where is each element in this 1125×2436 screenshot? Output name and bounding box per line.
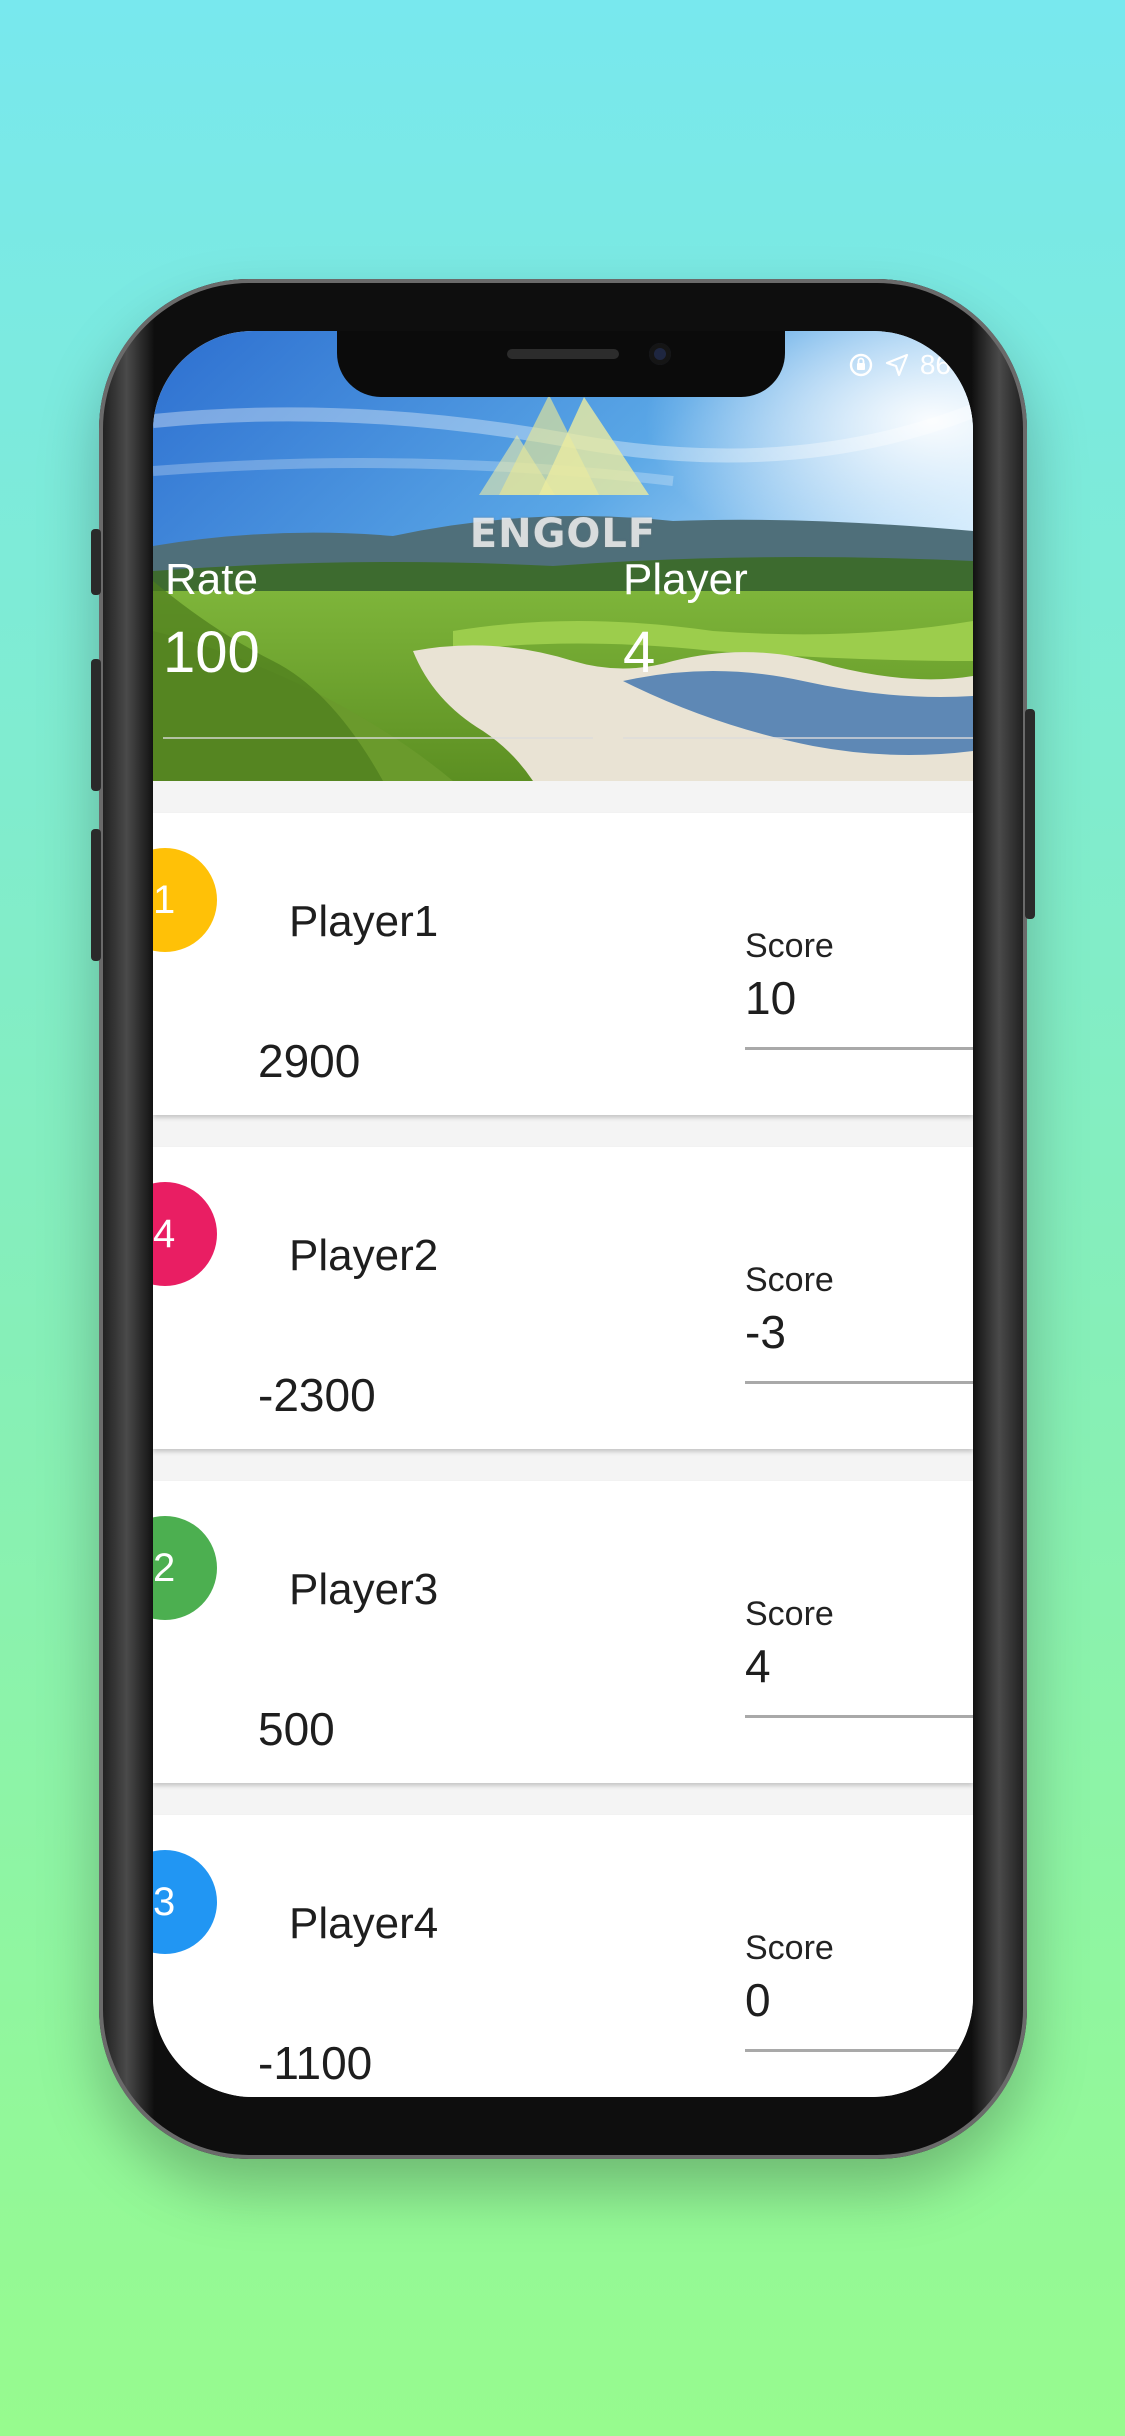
player-name: Player2	[289, 1231, 439, 1280]
player-card[interactable]: 1 Player1 2900 Score 10	[153, 813, 973, 1115]
rank-badge: 2	[153, 1516, 217, 1620]
header-banner: ENGOLF Rate 100 Player 4	[153, 331, 973, 781]
rate-label: Rate	[165, 555, 258, 604]
player-amount: -2300	[258, 1369, 376, 1421]
score-label: Score	[745, 1595, 834, 1633]
player-card[interactable]: 2 Player3 500 Score 4	[153, 1481, 973, 1783]
player-count-value: 4	[623, 620, 656, 685]
volume-up-button	[91, 659, 101, 791]
rank-badge: 1	[153, 848, 217, 952]
phone-frame: 86 ENGOLF Rate 100 Player 4 1 Player1 29…	[91, 279, 1035, 2159]
player-card[interactable]: 4 Player2 -2300 Score -3	[153, 1147, 973, 1449]
score-label: Score	[745, 1261, 834, 1299]
mountain-logo-icon	[479, 395, 649, 495]
player-amount: 500	[258, 1703, 335, 1755]
battery-percentage: 86	[919, 349, 951, 380]
player-name: Player3	[289, 1565, 439, 1614]
rank-badge: 3	[153, 1850, 217, 1954]
score-input[interactable]: -3	[745, 1305, 786, 1359]
player-amount: 2900	[258, 1035, 361, 1087]
engolf-logo: ENGOLF	[459, 395, 667, 575]
front-camera	[649, 343, 671, 365]
player-amount: -1100	[258, 2037, 373, 2089]
player-name: Player4	[289, 1899, 439, 1948]
orientation-lock-icon	[849, 353, 873, 377]
silent-switch	[91, 529, 101, 595]
player-field-underline	[623, 737, 973, 739]
earpiece-speaker	[507, 349, 619, 359]
rate-field-underline	[163, 737, 593, 739]
app-screen: 86 ENGOLF Rate 100 Player 4 1 Player1 29…	[153, 331, 973, 2097]
player-name: Player1	[289, 897, 439, 946]
score-input[interactable]: 4	[745, 1639, 771, 1693]
score-label: Score	[745, 1929, 834, 1967]
player-card[interactable]: 3 Player4 -1100 Score 0	[153, 1815, 973, 2097]
score-input-underline	[745, 1715, 973, 1718]
logo-text: ENGOLF	[469, 511, 657, 557]
score-input-underline	[745, 2049, 973, 2052]
score-input[interactable]: 10	[745, 971, 796, 1025]
rate-value: 100	[163, 620, 260, 685]
player-count-label: Player	[623, 555, 748, 604]
score-input[interactable]: 0	[745, 1973, 771, 2027]
score-input-underline	[745, 1047, 973, 1050]
score-label: Score	[745, 927, 834, 965]
score-input-underline	[745, 1381, 973, 1384]
volume-down-button	[91, 829, 101, 961]
rank-badge: 4	[153, 1182, 217, 1286]
power-button	[1025, 709, 1035, 919]
status-bar: 86	[848, 349, 951, 381]
location-arrow-icon	[885, 353, 908, 377]
notch	[337, 331, 785, 397]
